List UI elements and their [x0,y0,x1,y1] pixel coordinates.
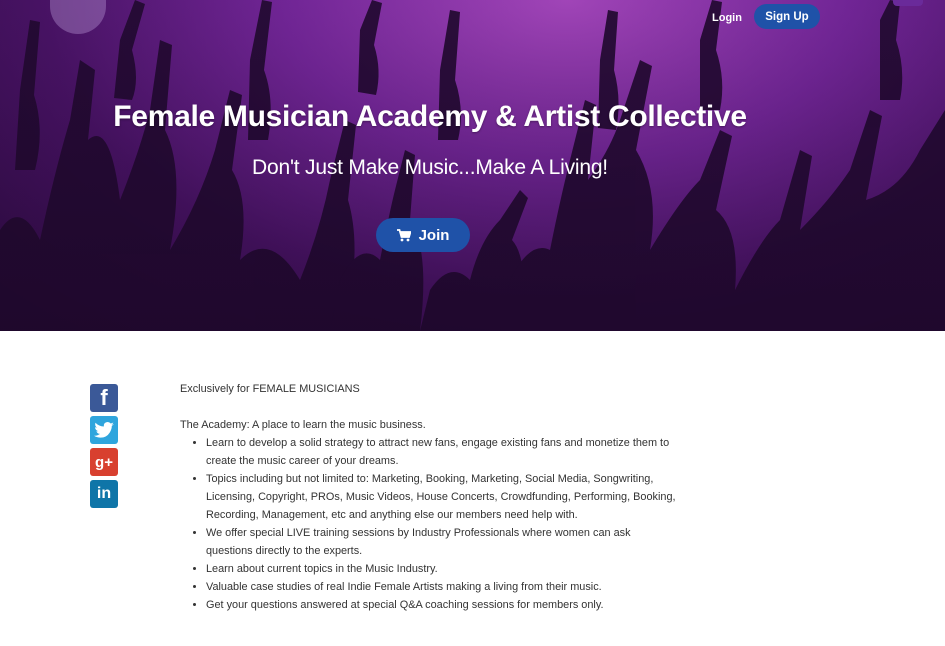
main-content: Exclusively for FEMALE MUSICIANS The Aca… [180,380,680,614]
facebook-share-button[interactable]: f [90,384,118,412]
hero-subtitle: Don't Just Make Music...Make A Living! [252,156,608,179]
list-item: Learn about current topics in the Music … [206,560,680,578]
hero-banner: Login Sign Up Female Musician Academy & … [0,0,945,331]
top-navigation: Login Sign Up [700,4,940,32]
academy-heading: The Academy: A place to learn the music … [180,419,426,431]
join-button[interactable]: Join [376,218,470,252]
linkedin-share-button[interactable]: in [90,480,118,508]
list-item: Learn to develop a solid strategy to att… [206,434,680,470]
login-link[interactable]: Login [712,12,742,24]
shopping-cart-icon [396,228,411,241]
twitter-icon [94,421,114,438]
list-item: Valuable case studies of real Indie Fema… [206,578,680,596]
google-plus-share-button[interactable]: g+ [90,448,118,476]
social-share-bar: f g+ in [90,384,120,512]
intro-text: Exclusively for FEMALE MUSICIANS [180,383,360,395]
list-item: Topics including but not limited to: Mar… [206,470,680,524]
hero-title: Female Musician Academy & Artist Collect… [113,100,747,133]
linkedin-icon: in [96,485,112,502]
facebook-icon: f [100,385,108,410]
join-label: Join [418,226,450,244]
list-item: Get your questions answered at special Q… [206,596,680,614]
google-plus-icon: g+ [95,453,113,471]
feature-list: Learn to develop a solid strategy to att… [180,434,680,614]
list-item: We offer special LIVE training sessions … [206,524,680,560]
twitter-share-button[interactable] [90,416,118,444]
signup-button[interactable]: Sign Up [754,4,820,29]
